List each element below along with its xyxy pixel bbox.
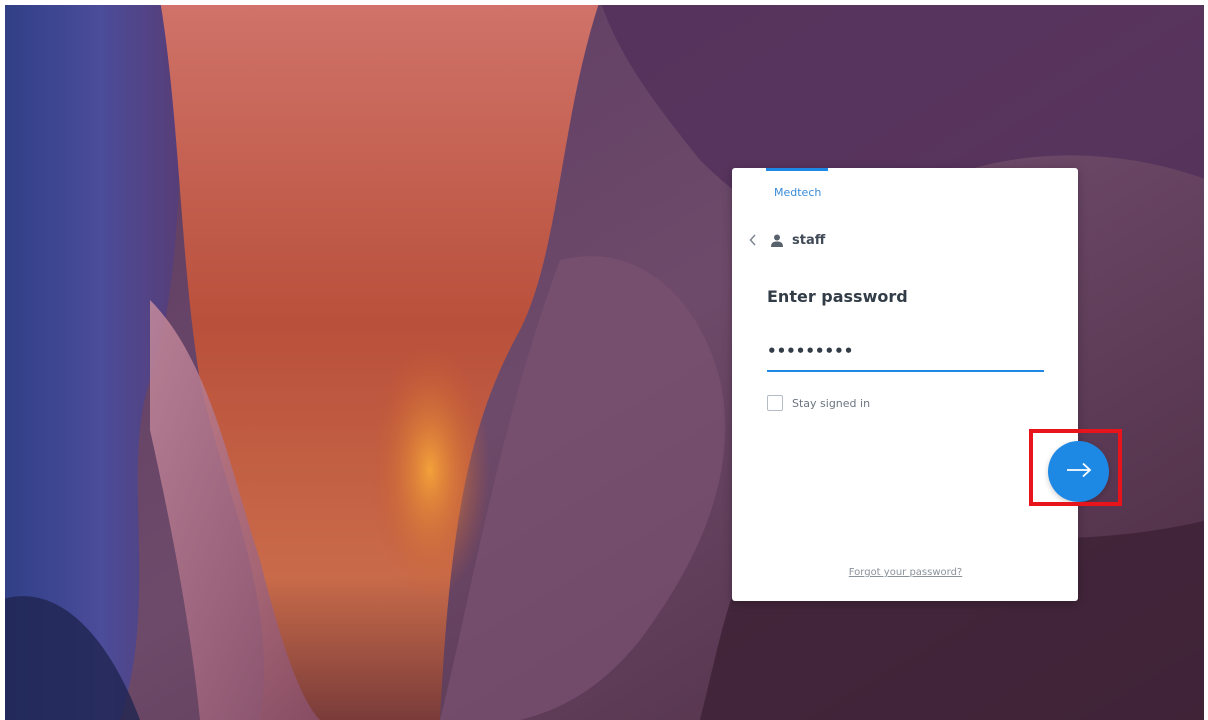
- stay-signed-in-label: Stay signed in: [792, 396, 871, 410]
- forgot-password-link[interactable]: Forgot your password?: [842, 567, 969, 578]
- arrow-right-icon: [1066, 462, 1092, 481]
- password-input[interactable]: [767, 334, 1044, 368]
- chevron-left-icon[interactable]: [746, 232, 760, 248]
- username-label: staff: [792, 232, 826, 248]
- page-title: Enter password: [767, 287, 908, 306]
- login-card: Medtech staff Enter password Stay signed…: [732, 168, 1109, 601]
- brand-label: Medtech: [774, 186, 822, 199]
- user-row: staff: [746, 231, 825, 249]
- password-field-wrapper: [767, 334, 1044, 372]
- brand-tab-indicator: [766, 168, 828, 171]
- stay-signed-in-checkbox[interactable]: [767, 395, 783, 411]
- submit-button[interactable]: [1048, 441, 1109, 502]
- stay-signed-in-row: Stay signed in: [767, 395, 870, 411]
- user-icon: [770, 233, 784, 247]
